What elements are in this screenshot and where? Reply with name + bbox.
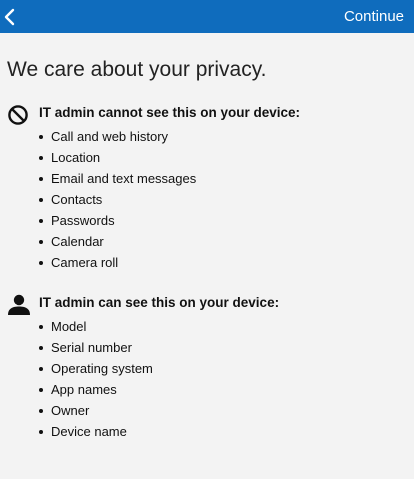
chevron-left-icon: [4, 8, 15, 26]
list-item: Calendar: [37, 231, 196, 252]
can-see-header: IT admin can see this on your device:: [0, 294, 414, 316]
navigation-bar: Continue: [0, 0, 414, 33]
cannot-see-section: IT admin cannot see this on your device:…: [0, 104, 414, 270]
person-icon: [7, 294, 31, 316]
list-item: Owner: [37, 400, 153, 421]
can-see-heading: IT admin can see this on your device:: [39, 295, 280, 310]
can-see-section: IT admin can see this on your device: Mo…: [0, 294, 414, 439]
list-item: Call and web history: [37, 126, 196, 147]
list-item: Model: [37, 316, 153, 337]
list-item: Serial number: [37, 337, 153, 358]
cannot-see-header: IT admin cannot see this on your device:: [0, 104, 414, 126]
list-item: Email and text messages: [37, 168, 196, 189]
list-item: Location: [37, 147, 196, 168]
cannot-see-list: Call and web history Location Email and …: [37, 126, 196, 273]
back-button[interactable]: [0, 0, 34, 33]
can-see-list: Model Serial number Operating system App…: [37, 316, 153, 442]
list-item: App names: [37, 379, 153, 400]
list-item: Passwords: [37, 210, 196, 231]
prohibited-icon: [7, 104, 31, 126]
list-item: Operating system: [37, 358, 153, 379]
continue-button[interactable]: Continue: [344, 0, 404, 33]
cannot-see-heading: IT admin cannot see this on your device:: [39, 105, 301, 120]
list-item: Contacts: [37, 189, 196, 210]
list-item: Camera roll: [37, 252, 196, 273]
list-item: Device name: [37, 421, 153, 442]
page-title: We care about your privacy.: [7, 58, 267, 81]
